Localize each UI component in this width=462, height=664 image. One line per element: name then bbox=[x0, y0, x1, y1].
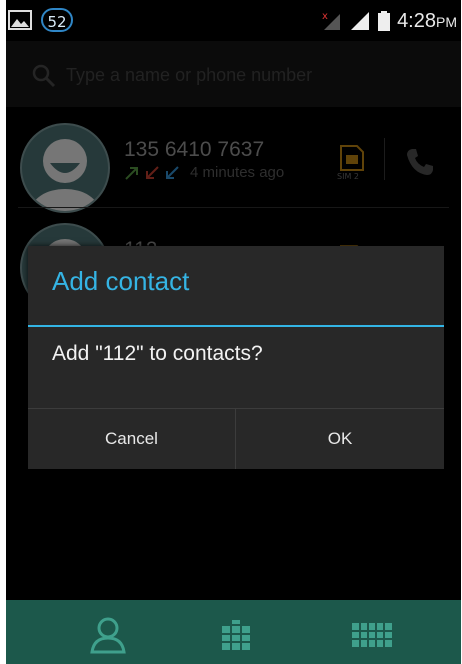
dialog-title: Add contact bbox=[52, 266, 190, 296]
status-bar: 52 x 4:28PM bbox=[6, 0, 461, 40]
ok-button[interactable]: OK bbox=[236, 409, 444, 469]
call-log-icon bbox=[222, 620, 250, 650]
status-indicators: x 4:28PM bbox=[320, 8, 457, 34]
nav-call-log[interactable] bbox=[214, 614, 258, 654]
contacts-icon bbox=[90, 617, 126, 654]
gallery-icon bbox=[8, 10, 32, 30]
dialpad-icon bbox=[352, 623, 392, 647]
signal-sim1-no-service-icon: x bbox=[322, 11, 341, 30]
nav-contacts[interactable] bbox=[86, 614, 130, 654]
notification-count-badge: 52 bbox=[41, 8, 73, 32]
battery-icon bbox=[378, 11, 391, 31]
add-contact-dialog: Add contact Add "112" to contacts? Cance… bbox=[28, 246, 444, 469]
phone-screen: 52 x 4:28PM Type a name or phone number … bbox=[6, 0, 461, 664]
status-time: 4:28PM bbox=[397, 9, 457, 32]
nav-dialpad[interactable] bbox=[350, 614, 394, 654]
dialog-message: Add "112" to contacts? bbox=[52, 342, 263, 365]
signal-sim2-icon bbox=[351, 12, 370, 30]
dialog-title-divider bbox=[28, 325, 444, 327]
bottom-navigation bbox=[6, 600, 461, 664]
cancel-button[interactable]: Cancel bbox=[28, 409, 235, 469]
svg-text:x: x bbox=[322, 11, 328, 22]
